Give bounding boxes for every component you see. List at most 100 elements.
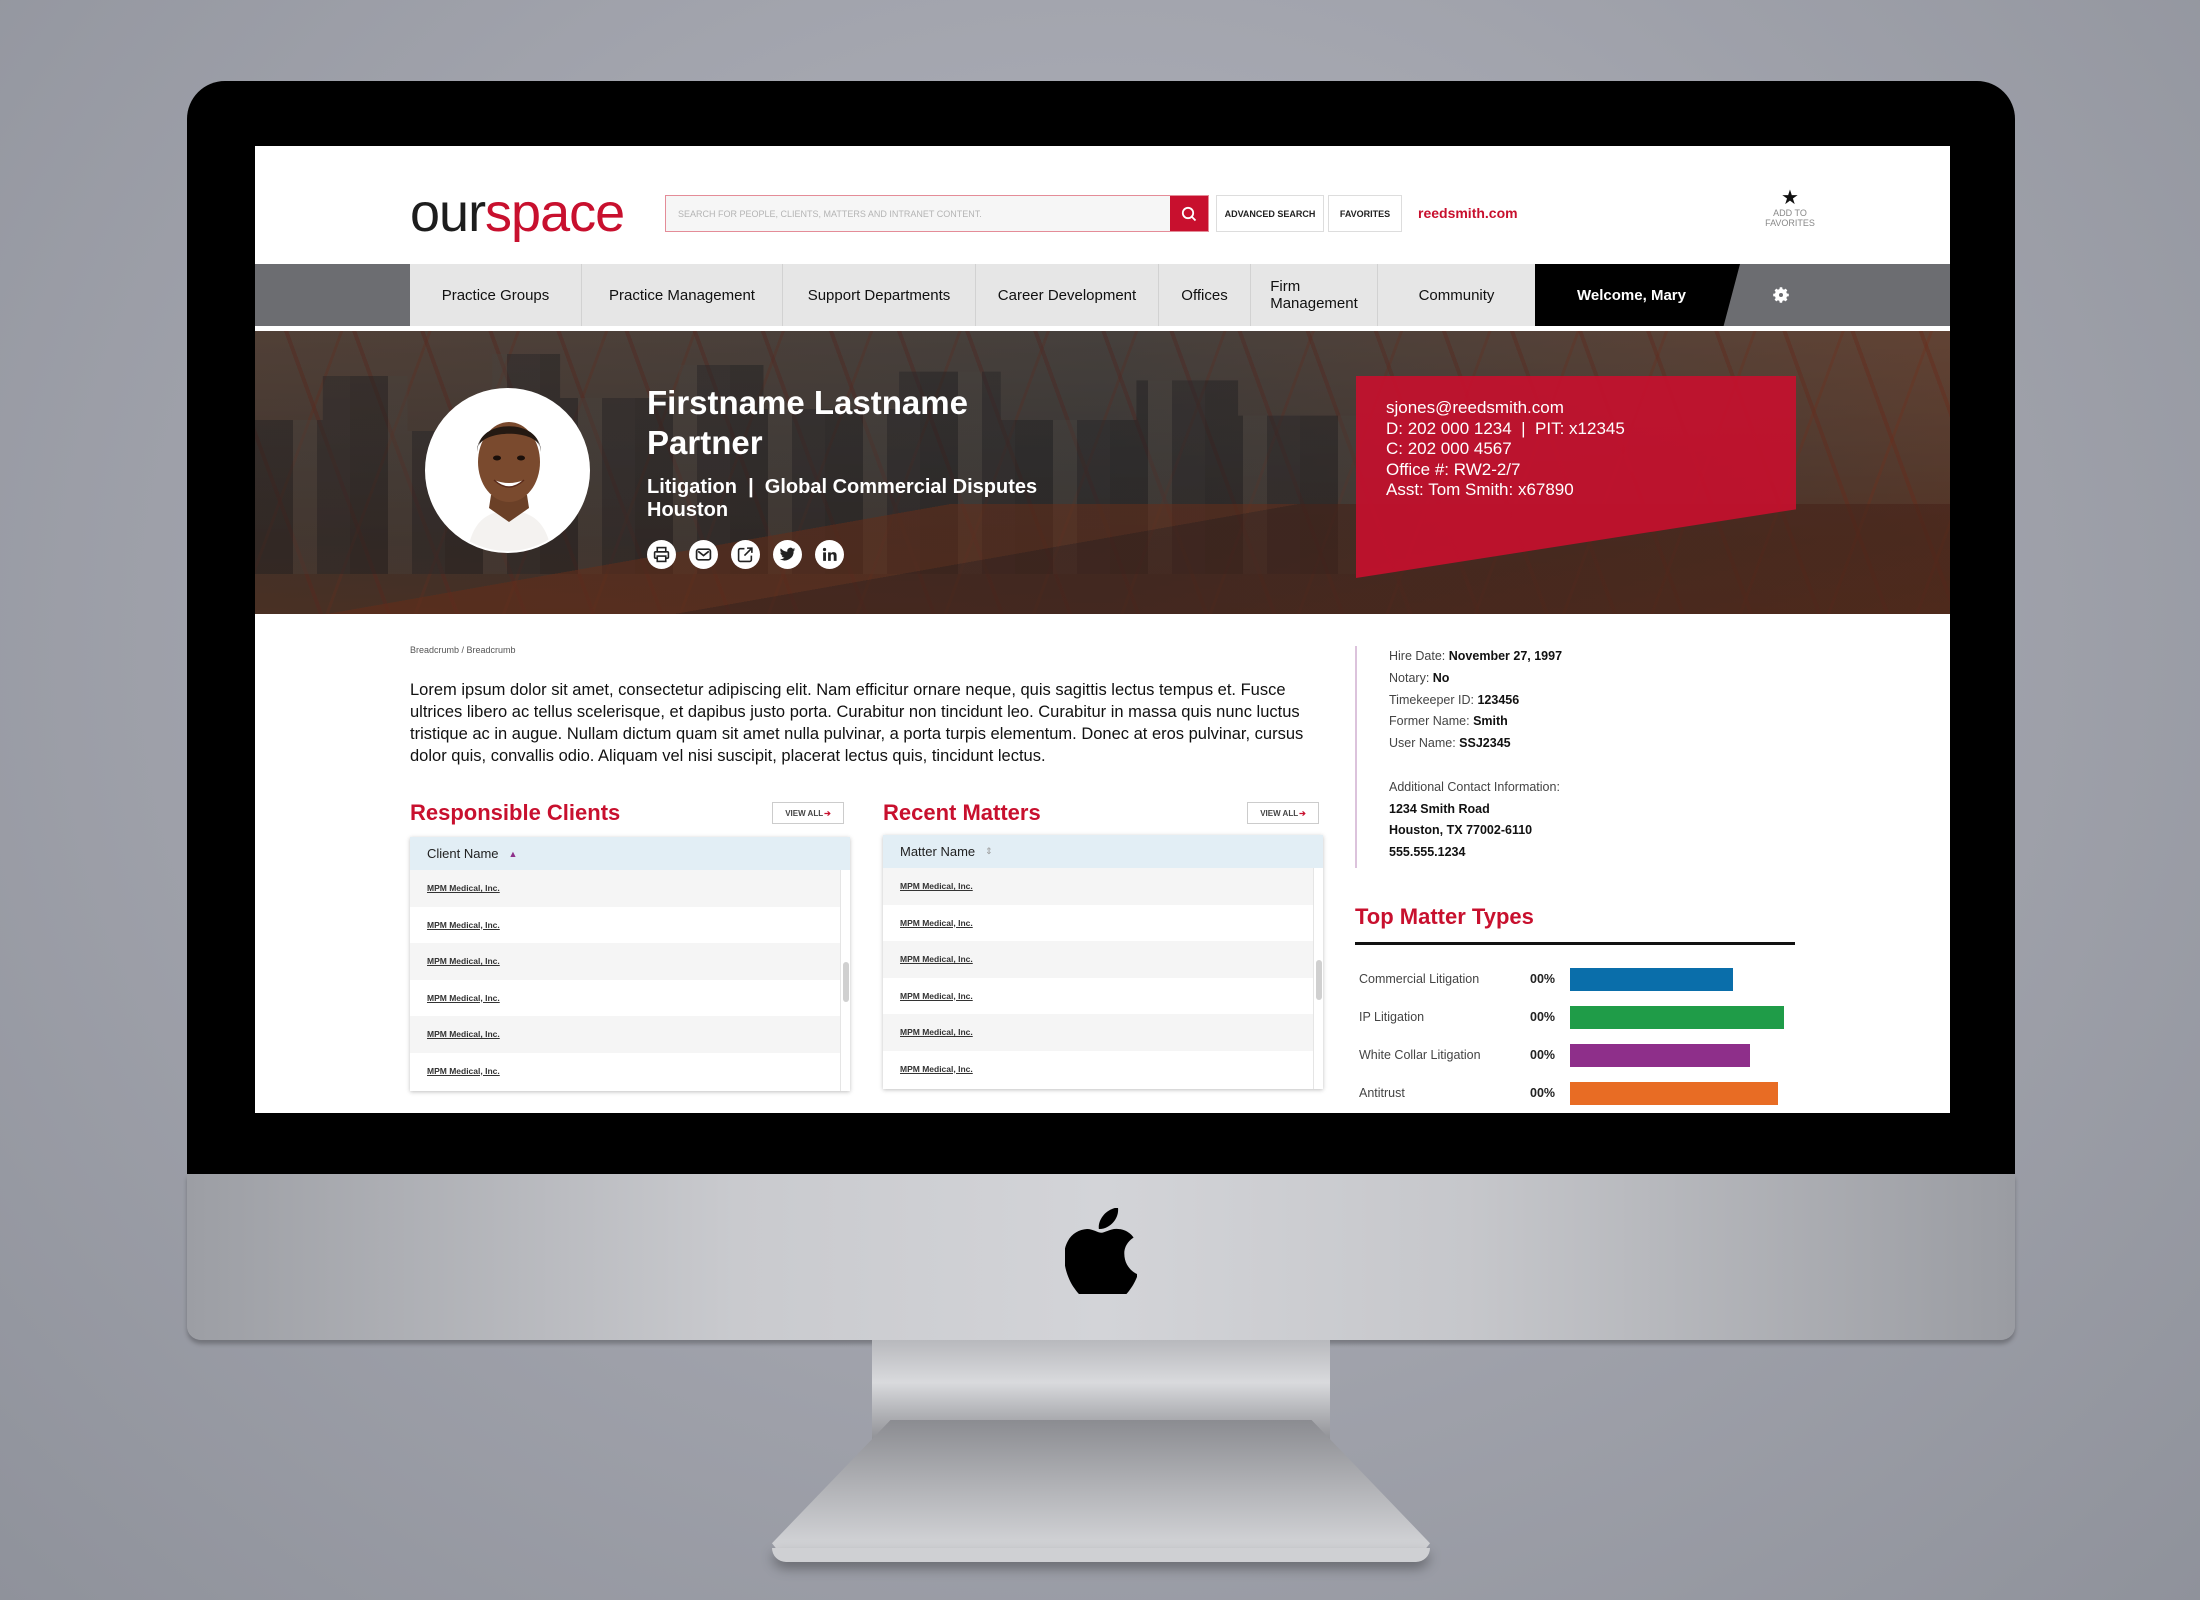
- user-name-label: User Name:: [1389, 736, 1456, 751]
- screen: ourspace ADVANCED SEARCH FAVORITES reeds…: [255, 146, 1950, 1113]
- matter-type-row: Antitrust 00%: [1359, 1082, 1799, 1106]
- print-icon: [653, 546, 670, 563]
- notary: Notary: No: [1389, 668, 1562, 690]
- clients-table-body: MPM Medical, Inc. MPM Medical, Inc. MPM …: [410, 870, 850, 1091]
- client-row[interactable]: MPM Medical, Inc.: [410, 980, 850, 1017]
- search-input[interactable]: [666, 196, 1170, 231]
- nav-item-firm-management[interactable]: Firm Management: [1251, 264, 1378, 326]
- nav-item-offices[interactable]: Offices: [1159, 264, 1251, 326]
- search-button[interactable]: [1170, 196, 1208, 231]
- matter-type-label: White Collar Litigation: [1359, 1048, 1481, 1062]
- matter-type-label: Antitrust: [1359, 1086, 1405, 1100]
- scroll-thumb[interactable]: [843, 962, 849, 1002]
- recent-matters-title: Recent Matters: [883, 800, 1041, 825]
- star-icon: ★: [1781, 187, 1799, 209]
- client-row[interactable]: MPM Medical, Inc.: [410, 1016, 850, 1053]
- matter-type-row: Commercial Litigation 00%: [1359, 968, 1799, 992]
- social-links: [647, 540, 844, 569]
- email-button[interactable]: [689, 540, 718, 569]
- notary-value: No: [1432, 670, 1450, 685]
- profile-photo: [427, 390, 588, 551]
- matter-type-percent: 00%: [1530, 1010, 1556, 1024]
- matter-type-percent: 00%: [1530, 1048, 1556, 1062]
- reedsmith-link[interactable]: reedsmith.com: [1418, 205, 1518, 221]
- contact-cell-phone: C: 202 000 4567: [1386, 439, 1512, 458]
- share-icon: [737, 547, 753, 563]
- contact-direct-phone: D: 202 000 1234 | PIT: x12345: [1386, 418, 1625, 438]
- welcome-user[interactable]: Welcome, Mary: [1535, 264, 1740, 326]
- contact-office: Office #: RW2-2/7: [1386, 459, 1521, 479]
- matter-type-label: Commercial Litigation: [1359, 972, 1480, 986]
- matters-view-all-button[interactable]: VIEW ALL ➔: [1247, 802, 1319, 824]
- breadcrumb[interactable]: Breadcrumb / Breadcrumb: [410, 645, 516, 655]
- hire-date-label: Hire Date:: [1389, 649, 1446, 663]
- matter-row[interactable]: MPM Medical, Inc.: [883, 978, 1323, 1015]
- matter-type-bar: [1570, 1006, 1784, 1029]
- client-row[interactable]: MPM Medical, Inc.: [410, 907, 850, 944]
- search-icon: [1181, 206, 1197, 221]
- profile-city: Houston: [647, 499, 729, 521]
- matter-row[interactable]: MPM Medical, Inc.: [883, 868, 1323, 905]
- profile-department: Litigation | Global Commercial Disputes: [647, 476, 1038, 498]
- scroll-thumb[interactable]: [1316, 960, 1322, 1000]
- user-name-value: SSJ2345: [1459, 736, 1511, 751]
- matter-row[interactable]: MPM Medical, Inc.: [883, 1051, 1323, 1088]
- logo-space: space: [485, 183, 625, 243]
- matter-type-percent: 00%: [1530, 1086, 1556, 1100]
- matter-name-column-header[interactable]: Matter Name ⇕: [883, 835, 1323, 868]
- nav-item-support-departments[interactable]: Support Departments: [783, 264, 976, 326]
- profile-name: Firstname Lastname: [647, 384, 968, 421]
- address-line-2: Houston, TX 77002-6110: [1389, 823, 1533, 838]
- clients-table: Client Name ▲ MPM Medical, Inc. MPM Medi…: [410, 837, 850, 1091]
- share-button[interactable]: [731, 540, 760, 569]
- add-to-label: ADD TO: [1773, 208, 1807, 218]
- matter-row[interactable]: MPM Medical, Inc.: [883, 1014, 1323, 1051]
- client-row[interactable]: MPM Medical, Inc.: [410, 870, 850, 907]
- advanced-search-button[interactable]: ADVANCED SEARCH: [1216, 195, 1324, 232]
- nav-item-practice-management[interactable]: Practice Management: [582, 264, 783, 326]
- twitter-icon: [779, 547, 796, 561]
- employee-details: Hire Date: November 27, 1997 Notary: No …: [1355, 646, 1562, 868]
- matter-type-bar: [1570, 1082, 1778, 1105]
- column-label: Matter Name: [900, 844, 976, 859]
- arrow-right-icon: ➔: [824, 808, 831, 818]
- notary-label: Notary:: [1389, 670, 1430, 685]
- favorites-button[interactable]: FAVORITES: [1328, 195, 1402, 232]
- client-row[interactable]: MPM Medical, Inc.: [410, 943, 850, 980]
- client-name-column-header[interactable]: Client Name ▲: [410, 837, 850, 870]
- gear-icon[interactable]: [1770, 284, 1792, 306]
- search-box: [665, 195, 1209, 232]
- clients-view-all-button[interactable]: VIEW ALL ➔: [772, 802, 844, 824]
- add-to-favorites-button[interactable]: ★ ADD TO FAVORITES: [1755, 188, 1825, 228]
- print-button[interactable]: [647, 540, 676, 569]
- timekeeper-value: 123456: [1477, 692, 1520, 707]
- profile-title: Partner: [647, 424, 763, 461]
- contact-email[interactable]: sjones@reedsmith.com: [1386, 398, 1796, 419]
- view-all-label: VIEW ALL: [785, 808, 824, 818]
- matter-row[interactable]: MPM Medical, Inc.: [883, 941, 1323, 978]
- nav-item-community[interactable]: Community: [1378, 264, 1535, 326]
- additional-phone: 555.555.1234: [1389, 845, 1466, 860]
- client-row[interactable]: MPM Medical, Inc.: [410, 1053, 850, 1090]
- former-name-value: Smith: [1473, 714, 1508, 729]
- timekeeper-id: Timekeeper ID: 123456: [1389, 690, 1562, 712]
- linkedin-icon: [822, 547, 837, 561]
- responsible-clients-title: Responsible Clients: [410, 800, 621, 825]
- hire-date-value: November 27, 1997: [1448, 649, 1563, 663]
- linkedin-button[interactable]: [815, 540, 844, 569]
- clients-scrollbar[interactable]: [840, 870, 850, 1091]
- matter-row[interactable]: MPM Medical, Inc.: [883, 905, 1323, 942]
- matters-table: Matter Name ⇕ MPM Medical, Inc. MPM Medi…: [883, 835, 1323, 1089]
- sort-icon: ⇕: [985, 846, 993, 856]
- ourspace-logo[interactable]: ourspace: [410, 182, 625, 244]
- twitter-button[interactable]: [773, 540, 802, 569]
- former-name: Former Name: Smith: [1389, 711, 1562, 733]
- matter-type-bar: [1570, 1044, 1750, 1067]
- favorites-label: FAVORITES: [1765, 218, 1815, 228]
- email-icon: [695, 548, 712, 561]
- arrow-right-icon: ➔: [1299, 808, 1306, 818]
- matters-scrollbar[interactable]: [1313, 868, 1323, 1089]
- nav-item-practice-groups[interactable]: Practice Groups: [410, 264, 582, 326]
- nav-item-career-development[interactable]: Career Development: [976, 264, 1159, 326]
